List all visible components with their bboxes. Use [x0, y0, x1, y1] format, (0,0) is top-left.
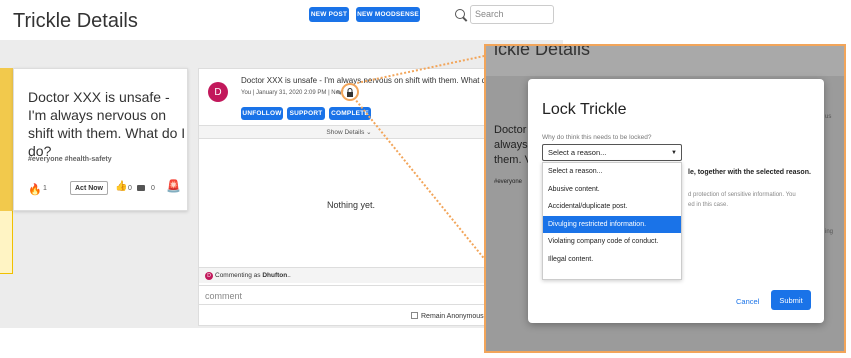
reason-option-highlighted[interactable]: Divulging restricted information.: [543, 215, 681, 233]
trickle-card-tags: #everyone #health-safety: [28, 156, 112, 163]
like-count: 0: [128, 185, 132, 192]
peek-text: Doctor: [494, 124, 527, 136]
reason-option[interactable]: Abusive content.: [543, 181, 681, 199]
avatar: D: [208, 82, 228, 102]
act-now-button[interactable]: Act Now: [70, 181, 108, 195]
new-post-button[interactable]: NEW POST: [309, 7, 349, 22]
reason-option[interactable]: Violating company code of conduct.: [543, 233, 681, 251]
comment-count: 0: [151, 185, 155, 192]
new-moodsense-button[interactable]: NEW MOODSENSE: [356, 7, 420, 22]
peek-text: ing: [825, 229, 834, 235]
chevron-down-icon: ⌄: [366, 129, 372, 136]
peek-text: #everyone: [494, 179, 523, 185]
commenting-as-bar: D Commenting as Dhufton..: [199, 267, 499, 283]
empty-state: Nothing yet.: [327, 200, 376, 210]
reason-option[interactable]: Illegal content.: [543, 251, 681, 269]
trickle-card[interactable]: Doctor XXX is unsafe - I'm always nervou…: [13, 68, 188, 211]
zoom-title-peek: ickle Details: [494, 44, 591, 59]
show-details-label: Show Details: [326, 129, 365, 136]
lock-icon[interactable]: [346, 88, 354, 97]
modal-info-bold: le, together with the selected reason.: [688, 169, 811, 176]
comment-input[interactable]: comment: [199, 285, 499, 305]
remain-anonymous-label: Remain Anonymous: [421, 313, 484, 320]
flame-count: 1: [43, 185, 47, 192]
peek-text: always: [494, 139, 528, 151]
alarm-icon[interactable]: 🚨: [166, 179, 181, 193]
trickle-card-title: Doctor XXX is unsafe - I'm always nervou…: [28, 89, 186, 159]
search-icon: [455, 9, 465, 19]
zoom-inset: ickle Details Doctor always them. V #eve…: [484, 44, 846, 353]
flame-icon: 🔥: [28, 184, 42, 196]
card-accent-bar: [0, 68, 13, 211]
post-detail-card: D Doctor XXX is unsafe - I'm always nerv…: [198, 68, 499, 326]
peek-text: us: [825, 114, 832, 120]
reason-select-value: Select a reason...: [548, 148, 607, 157]
show-details-toggle[interactable]: Show Details ⌄: [199, 125, 499, 139]
reason-question: Why do think this needs to be locked?: [542, 134, 652, 141]
unfollow-button[interactable]: UNFOLLOW: [241, 107, 283, 120]
lock-trickle-modal: Lock Trickle Why do think this needs to …: [528, 79, 824, 323]
post-meta: You | January 31, 2020 2:09 PM | New: [241, 90, 344, 96]
support-button[interactable]: SUPPORT: [287, 107, 325, 120]
search-input[interactable]: Search: [470, 5, 554, 24]
commenting-prefix: Commenting as: [215, 272, 261, 279]
reason-select[interactable]: Select a reason... ▼: [542, 144, 682, 161]
modal-info-text: ed in this case.: [688, 202, 729, 208]
commenting-user: Dhufton: [262, 272, 288, 279]
cancel-button[interactable]: Cancel: [736, 297, 759, 306]
page-title: Trickle Details: [13, 10, 138, 32]
modal-title: Lock Trickle: [542, 101, 627, 118]
caret-down-icon: ▼: [671, 150, 677, 156]
checkbox-icon: [411, 312, 418, 319]
reason-dropdown: Select a reason... Abusive content. Acci…: [542, 162, 682, 280]
mini-avatar: D: [205, 272, 213, 280]
modal-info-text: d protection of sensitive information. Y…: [688, 192, 796, 198]
remain-anonymous-checkbox[interactable]: Remain Anonymous: [411, 312, 484, 320]
comment-icon[interactable]: [137, 185, 145, 191]
thumbs-up-icon[interactable]: 👍: [115, 181, 127, 192]
reason-option[interactable]: Accidental/duplicate post.: [543, 198, 681, 216]
submit-button[interactable]: Submit: [771, 290, 811, 310]
peek-text: them. V: [494, 154, 532, 166]
reason-option[interactable]: Select a reason...: [543, 163, 681, 181]
